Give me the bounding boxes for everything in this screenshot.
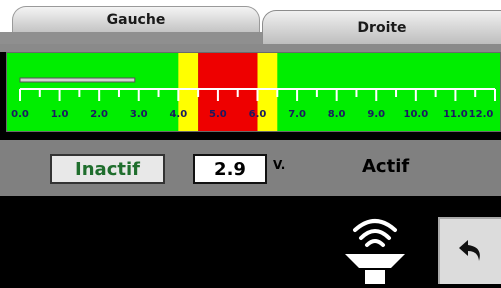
tick-label: 0.0 [11, 109, 29, 120]
tick-label: 3.0 [130, 109, 148, 120]
voltage-unit: V. [273, 158, 286, 172]
tab-bar: Gauche Droite [0, 0, 501, 44]
inactif-button[interactable]: Inactif [50, 154, 165, 184]
tick-label: 12.0 [469, 109, 494, 120]
control-panel: Inactif 2.9 V. Actif [0, 140, 501, 196]
yellow-zone-0 [178, 53, 199, 131]
scale-graphic: 0.0 1.0 2.0 3.0 4.0 5.0 6.0 7.0 8.0 9.0 10.0 11.0 12… [11, 53, 496, 131]
voltage-value-field[interactable]: 2.9 [193, 154, 267, 184]
tab-gauche[interactable]: Gauche [12, 6, 260, 32]
current-value-bar [19, 77, 136, 83]
tick-label: 1.0 [51, 109, 69, 120]
back-button[interactable] [438, 217, 501, 284]
wifi-lamp-icon [341, 210, 409, 284]
tick-label: 2.0 [90, 109, 108, 120]
tab-droite[interactable]: Droite [262, 10, 501, 44]
yellow-zone-1 [257, 53, 278, 131]
tick-label: 7.0 [288, 109, 306, 120]
tick-label: 4.0 [169, 109, 187, 120]
tick-label: 10.0 [403, 109, 428, 120]
red-zone [198, 53, 258, 131]
tick-label: 8.0 [328, 109, 346, 120]
separator [0, 44, 501, 52]
tick-label: 11.0 [443, 109, 468, 120]
voltage-scale: 0.0 1.0 2.0 3.0 4.0 5.0 6.0 7.0 8.0 9.0 10.0 11.0 12… [6, 52, 501, 132]
tab-bar-background [0, 32, 262, 44]
undo-arrow-icon [458, 239, 480, 261]
tick-label: 9.0 [367, 109, 385, 120]
tick-label: 6.0 [249, 109, 267, 120]
actif-label[interactable]: Actif [362, 156, 409, 177]
tick-label: 5.0 [209, 109, 227, 120]
